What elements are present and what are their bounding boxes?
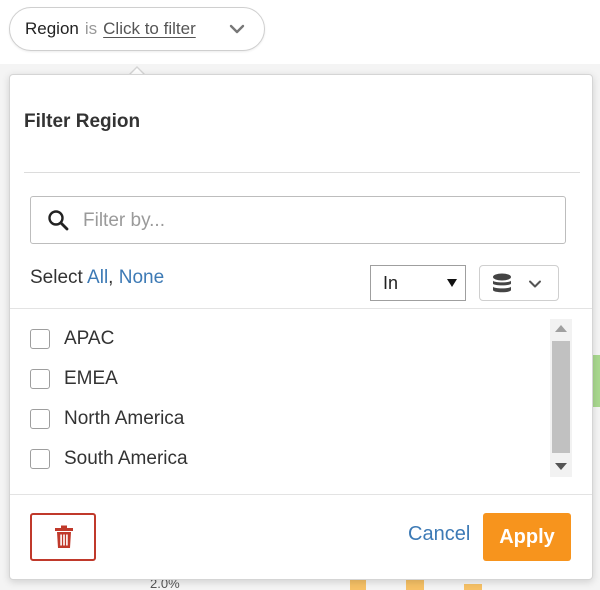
chart-bar — [350, 580, 366, 590]
list-item[interactable]: South America — [30, 439, 530, 479]
apply-button[interactable]: Apply — [483, 513, 571, 561]
scroll-down-arrow-icon[interactable] — [555, 463, 567, 470]
list-item[interactable]: North America — [30, 399, 530, 439]
chart-bar — [464, 584, 482, 590]
select-separator: , — [108, 267, 114, 288]
select-label: Select — [30, 267, 83, 288]
dropdown-arrow-icon — [447, 279, 457, 287]
checkbox[interactable] — [30, 329, 50, 349]
search-box[interactable] — [30, 196, 566, 244]
delete-filter-button[interactable] — [30, 513, 96, 561]
list-item-label: South America — [64, 448, 188, 469]
page: 2.0% Region is Click to filter Filter Re… — [0, 0, 600, 590]
chevron-down-icon — [529, 280, 541, 288]
scroll-up-arrow-icon[interactable] — [555, 325, 567, 332]
divider — [10, 308, 592, 309]
scroll-thumb[interactable] — [552, 341, 570, 453]
trash-icon — [55, 525, 73, 548]
popup-title: Filter Region — [24, 111, 141, 132]
checkbox[interactable] — [30, 409, 50, 429]
list-scrollbar[interactable] — [550, 319, 572, 477]
list-item[interactable]: APAC — [30, 319, 530, 359]
cancel-button[interactable]: Cancel — [408, 523, 470, 546]
checkbox[interactable] — [30, 369, 50, 389]
list-item[interactable]: EMEA — [30, 359, 530, 399]
divider — [10, 494, 592, 495]
chart-series-green — [592, 355, 600, 407]
search-icon — [48, 210, 69, 231]
inclusion-mode-select[interactable]: In — [370, 265, 466, 301]
filter-popup: Filter Region Select All, None In — [9, 74, 593, 580]
divider — [24, 172, 580, 173]
checkbox[interactable] — [30, 449, 50, 469]
filter-operator: is — [84, 19, 98, 38]
list-item-label: North America — [64, 408, 185, 429]
select-all-none: Select All, None — [30, 267, 164, 289]
chevron-down-icon[interactable] — [228, 20, 246, 38]
chart-bar — [406, 580, 424, 590]
mode-select-value: In — [383, 273, 399, 293]
list-item-label: EMEA — [64, 368, 118, 389]
select-none-link[interactable]: None — [119, 267, 164, 288]
filter-field-name: Region — [25, 19, 79, 38]
list-item-label: APAC — [64, 328, 115, 349]
filter-value-link[interactable]: Click to filter — [103, 19, 196, 39]
select-all-link[interactable]: All — [87, 267, 108, 288]
database-icon — [493, 273, 511, 293]
search-input[interactable] — [81, 205, 555, 237]
region-filter-pill[interactable]: Region is Click to filter — [9, 7, 265, 51]
data-source-button[interactable] — [479, 265, 559, 301]
